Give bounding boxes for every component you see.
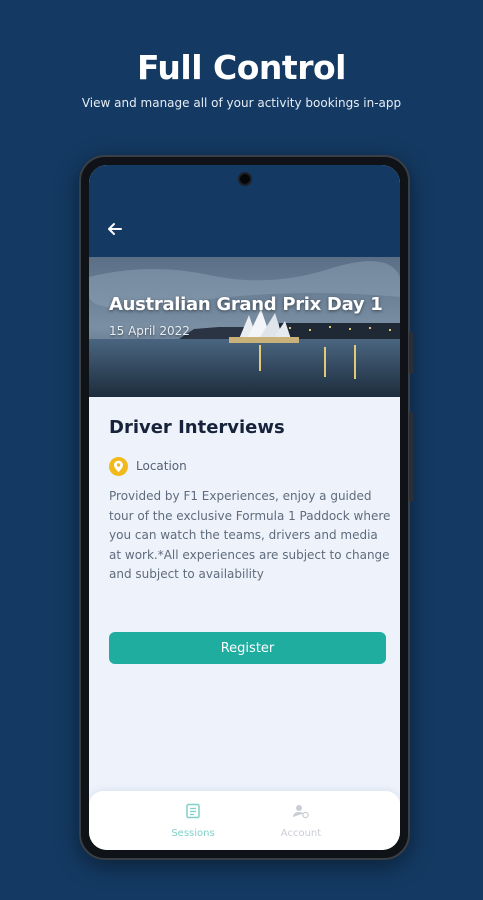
volume-button	[409, 332, 413, 374]
power-button	[409, 412, 413, 502]
register-button[interactable]: Register	[109, 632, 386, 664]
bottom-nav: Sessions Account	[89, 791, 400, 850]
nav-label-sessions: Sessions	[171, 828, 215, 839]
session-description: Provided by F1 Experiences, enjoy a guid…	[109, 489, 391, 581]
front-camera	[238, 172, 252, 186]
promo-subtitle: View and manage all of your activity boo…	[81, 96, 402, 110]
session-title: Driver Interviews	[109, 417, 285, 438]
location-row[interactable]: Location	[109, 455, 187, 477]
nav-tab-account[interactable]: Account	[261, 803, 341, 843]
event-date: 15 April 2022	[109, 324, 190, 338]
promo-title: Full Control	[137, 48, 346, 87]
location-pin-icon	[109, 456, 128, 476]
phone-frame: Australian Grand Prix Day 1 15 April 202…	[79, 155, 413, 860]
account-icon	[261, 803, 341, 824]
location-label: Location	[136, 459, 187, 473]
nav-label-account: Account	[280, 828, 322, 839]
event-title: Australian Grand Prix Day 1	[109, 294, 383, 315]
arrow-left-icon[interactable]	[105, 219, 129, 243]
app-screen: Australian Grand Prix Day 1 15 April 202…	[89, 165, 400, 850]
sessions-list-icon	[153, 803, 233, 824]
app-header	[89, 165, 400, 257]
session-details: Driver Interviews Location Provided by F…	[89, 397, 400, 777]
event-hero-image: Australian Grand Prix Day 1 15 April 202…	[89, 257, 400, 397]
nav-tab-sessions[interactable]: Sessions	[153, 803, 233, 843]
